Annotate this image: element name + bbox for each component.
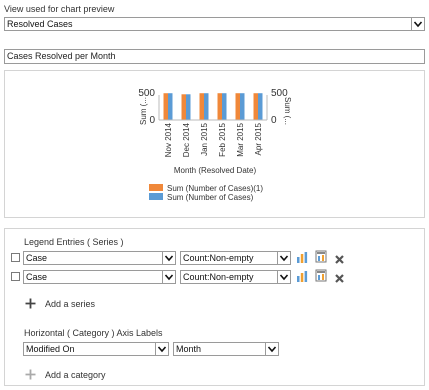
y-tick-label-left: 500 xyxy=(138,88,155,99)
plus-icon xyxy=(25,369,36,380)
bar-series2 xyxy=(186,94,191,120)
x-tick-label: Nov 2014 xyxy=(164,122,173,157)
x-tick-label: Mar 2015 xyxy=(236,122,245,156)
plus-icon xyxy=(25,298,36,309)
legend-label: Sum (Number of Cases)(1) xyxy=(167,184,263,193)
add-category-button[interactable]: Add a category xyxy=(25,367,225,383)
y-axis-label-right: Sum (... xyxy=(283,97,292,125)
bar-series1 xyxy=(253,93,258,120)
chart-preview-panel: Sum (... Sum (... 0 500 0 500 Nov 2014 Dec … xyxy=(4,70,425,218)
bar-series2 xyxy=(222,93,227,120)
category-grouping-value: Month xyxy=(176,344,202,354)
series-field-value: Case xyxy=(26,272,48,282)
legend-label: Sum (Number of Cases) xyxy=(167,193,254,202)
x-tick-label: Feb 2015 xyxy=(218,122,227,156)
chart-preview: Sum (... Sum (... 0 500 0 500 Nov 2014 Dec … xyxy=(138,88,292,202)
y-axis-label-left: Sum (... xyxy=(139,97,148,125)
delete-x-icon[interactable] xyxy=(334,254,345,265)
series-aggregate-select[interactable]: Count:Non-empty xyxy=(180,251,291,265)
chevron-down-icon[interactable] xyxy=(162,271,175,283)
series-row-checkbox[interactable] xyxy=(11,272,20,281)
category-field-select[interactable]: Modified On xyxy=(23,342,169,356)
chart-options-icon[interactable] xyxy=(315,250,327,263)
bar-series2 xyxy=(204,93,209,120)
series-field-select[interactable]: Case xyxy=(23,251,176,265)
x-tick-label: Jan 2015 xyxy=(200,122,209,155)
bar-series1 xyxy=(163,93,168,120)
category-field-value: Modified On xyxy=(26,344,75,354)
series-field-value: Case xyxy=(26,253,48,263)
series-aggregate-select[interactable]: Count:Non-empty xyxy=(180,270,291,284)
y-tick-label-right: 0 xyxy=(271,115,277,126)
chevron-down-icon[interactable] xyxy=(277,252,290,264)
bar-series1 xyxy=(181,94,186,120)
chart-options-icon[interactable] xyxy=(315,269,327,282)
y-tick-label-right: 500 xyxy=(271,88,288,99)
add-series-label: Add a series xyxy=(45,299,96,309)
bar-series2 xyxy=(240,93,245,120)
legend-swatch xyxy=(149,193,163,200)
view-selector-value: Resolved Cases xyxy=(7,19,73,29)
series-aggregate-value: Count:Non-empty xyxy=(183,253,254,263)
bar-series1 xyxy=(217,93,222,120)
bar-series2 xyxy=(258,93,263,120)
bar-chart-icon[interactable] xyxy=(296,270,308,282)
x-axis-label: Month (Resolved Date) xyxy=(174,166,257,175)
add-category-label: Add a category xyxy=(45,370,106,380)
chevron-down-icon[interactable] xyxy=(155,343,168,355)
series-section-title: Legend Entries ( Series ) xyxy=(24,237,124,247)
category-grouping-select[interactable]: Month xyxy=(173,342,279,356)
view-selector-label: View used for chart preview xyxy=(4,4,115,14)
chevron-down-icon[interactable] xyxy=(411,18,424,30)
chevron-down-icon[interactable] xyxy=(162,252,175,264)
legend-swatch xyxy=(149,184,163,191)
chevron-down-icon[interactable] xyxy=(277,271,290,283)
bar-series1 xyxy=(235,93,240,120)
series-row-checkbox[interactable] xyxy=(11,253,20,262)
bar-series1 xyxy=(199,93,204,120)
chevron-down-icon[interactable] xyxy=(265,343,278,355)
x-tick-label: Dec 2014 xyxy=(182,122,191,157)
bar-chart-icon[interactable] xyxy=(296,251,308,263)
category-section-title: Horizontal ( Category ) Axis Labels xyxy=(24,328,163,338)
x-tick-label: Apr 2015 xyxy=(254,122,263,155)
series-aggregate-value: Count:Non-empty xyxy=(183,272,254,282)
bar-series2 xyxy=(168,93,173,120)
add-series-button[interactable]: Add a series xyxy=(25,296,225,312)
chart-title-input[interactable]: Cases Resolved per Month xyxy=(4,49,425,64)
delete-x-icon[interactable] xyxy=(334,273,345,284)
series-field-select[interactable]: Case xyxy=(23,270,176,284)
view-selector-dropdown[interactable]: Resolved Cases xyxy=(4,17,425,31)
y-tick-label-left: 0 xyxy=(149,115,155,126)
